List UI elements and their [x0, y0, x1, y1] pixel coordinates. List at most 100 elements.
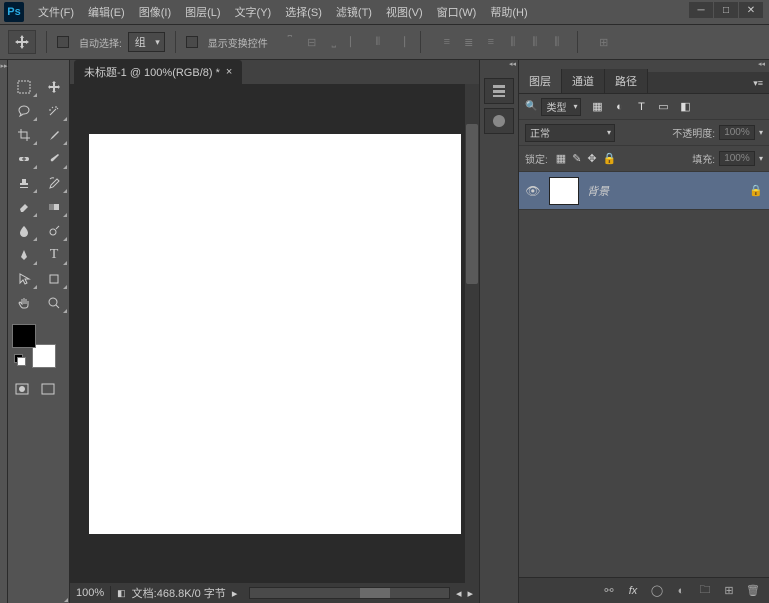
align-left-icon[interactable]: ⎸ — [346, 32, 366, 52]
layer-thumbnail[interactable] — [549, 177, 579, 205]
minimize-button[interactable]: ─ — [689, 2, 713, 18]
shape-tool[interactable] — [40, 268, 68, 290]
screen-mode-icon[interactable] — [38, 380, 58, 398]
chevron-down-icon[interactable]: ▾ — [759, 128, 763, 137]
delete-layer-icon[interactable]: 🗑 — [745, 583, 761, 599]
horizontal-scrollbar[interactable] — [249, 587, 450, 599]
blur-tool[interactable] — [10, 220, 38, 242]
marquee-tool[interactable] — [10, 76, 38, 98]
menu-filter[interactable]: 滤镜(T) — [330, 1, 378, 23]
opacity-value[interactable]: 100% — [719, 125, 755, 140]
lock-position-icon[interactable]: ✥ — [587, 152, 596, 165]
distribute-h-icon[interactable]: ⫼ — [525, 32, 545, 52]
type-tool[interactable]: T — [40, 244, 68, 266]
layer-name[interactable]: 背景 — [587, 183, 609, 199]
hand-tool[interactable] — [10, 292, 38, 314]
adjustment-layer-icon[interactable]: ◐ — [673, 583, 689, 599]
canvas[interactable] — [89, 134, 461, 534]
filter-text-icon[interactable]: T — [633, 99, 649, 115]
collapse-icon[interactable]: ◂◂ — [509, 60, 516, 68]
distribute-v-icon[interactable]: ≣ — [459, 32, 479, 52]
maximize-button[interactable]: □ — [714, 2, 738, 18]
heal-tool[interactable] — [10, 148, 38, 170]
lock-paint-icon[interactable]: ✎ — [572, 152, 581, 165]
default-colors-icon[interactable] — [14, 354, 26, 366]
menu-help[interactable]: 帮助(H) — [484, 1, 533, 23]
lock-pixels-icon[interactable]: ▦ — [556, 152, 566, 165]
align-bottom-icon[interactable]: ⎵ — [324, 32, 344, 52]
move-tool-icon[interactable] — [8, 30, 36, 54]
dodge-tool[interactable] — [40, 220, 68, 242]
crop-tool[interactable] — [10, 124, 38, 146]
lasso-tool[interactable] — [10, 100, 38, 122]
filter-shape-icon[interactable]: ▭ — [655, 99, 671, 115]
new-group-icon[interactable]: 🗀 — [697, 583, 713, 599]
layer-row[interactable]: 👁 背景 🔒 — [519, 172, 769, 210]
brush-tool[interactable] — [40, 148, 68, 170]
color-panel-icon[interactable] — [484, 108, 514, 134]
filter-type-dropdown[interactable]: 类型 — [541, 98, 581, 116]
tab-close-icon[interactable]: × — [226, 66, 232, 78]
menu-window[interactable]: 窗口(W) — [431, 1, 483, 23]
auto-align-icon[interactable]: ⊞ — [594, 32, 614, 52]
scroll-right-icon[interactable]: ▸ — [467, 587, 473, 600]
tab-layers[interactable]: 图层 — [519, 69, 562, 93]
layer-fx-icon[interactable]: fx — [625, 583, 641, 599]
zoom-level[interactable]: 100% — [76, 587, 104, 599]
menu-view[interactable]: 视图(V) — [380, 1, 429, 23]
quick-mask-icon[interactable] — [12, 380, 32, 398]
menu-select[interactable]: 选择(S) — [279, 1, 328, 23]
layer-mask-icon[interactable]: ◯ — [649, 583, 665, 599]
status-arrow-icon[interactable]: ▸ — [232, 587, 238, 600]
scrollbar-thumb[interactable] — [466, 124, 478, 284]
history-panel-icon[interactable] — [484, 78, 514, 104]
align-center-icon[interactable]: ⫴ — [368, 32, 388, 52]
menu-layer[interactable]: 图层(L) — [179, 1, 226, 23]
eraser-tool[interactable] — [10, 196, 38, 218]
foreground-swatch[interactable] — [12, 324, 36, 348]
new-layer-icon[interactable]: ⊞ — [721, 583, 737, 599]
link-layers-icon[interactable]: ⚯ — [601, 583, 617, 599]
auto-select-dropdown[interactable]: 组 — [128, 32, 165, 52]
menu-image[interactable]: 图像(I) — [133, 1, 177, 23]
menu-file[interactable]: 文件(F) — [32, 1, 80, 23]
canvas-viewport[interactable] — [70, 84, 479, 583]
scroll-left-icon[interactable]: ◂ — [456, 587, 462, 600]
status-popup-icon[interactable]: ◧ — [117, 588, 126, 599]
close-button[interactable]: ✕ — [739, 2, 763, 18]
tab-paths[interactable]: 路径 — [605, 69, 648, 93]
eyedropper-tool[interactable] — [40, 124, 68, 146]
magic-wand-tool[interactable] — [40, 100, 68, 122]
color-swatches[interactable] — [12, 324, 56, 368]
lock-all-icon[interactable]: 🔒 — [603, 152, 617, 165]
fill-value[interactable]: 100% — [719, 151, 755, 166]
tab-channels[interactable]: 通道 — [562, 69, 605, 93]
panel-menu-icon[interactable]: ▾≡ — [747, 74, 769, 93]
visibility-icon[interactable]: 👁 — [525, 184, 541, 198]
pen-tool[interactable] — [10, 244, 38, 266]
distribute-bottom-icon[interactable]: ≡ — [481, 32, 501, 52]
document-tab[interactable]: 未标题-1 @ 100%(RGB/8) * × — [74, 60, 242, 84]
path-select-tool[interactable] — [10, 268, 38, 290]
filter-pixel-icon[interactable]: ▦ — [589, 99, 605, 115]
align-top-icon[interactable]: ⎴ — [280, 32, 300, 52]
distribute-right-icon[interactable]: ⫼ — [547, 32, 567, 52]
gradient-tool[interactable] — [40, 196, 68, 218]
distribute-left-icon[interactable]: ⫼ — [503, 32, 523, 52]
zoom-tool[interactable] — [40, 292, 68, 314]
show-transform-checkbox[interactable] — [186, 36, 198, 48]
stamp-tool[interactable] — [10, 172, 38, 194]
menu-edit[interactable]: 编辑(E) — [82, 1, 131, 23]
history-brush-tool[interactable] — [40, 172, 68, 194]
auto-select-checkbox[interactable] — [57, 36, 69, 48]
align-right-icon[interactable]: ⎹ — [390, 32, 410, 52]
align-middle-icon[interactable]: ⊟ — [302, 32, 322, 52]
scrollbar-thumb[interactable] — [360, 588, 390, 598]
distribute-top-icon[interactable]: ≡ — [437, 32, 457, 52]
chevron-down-icon[interactable]: ▾ — [759, 154, 763, 163]
vertical-scrollbar[interactable] — [465, 84, 479, 583]
menu-type[interactable]: 文字(Y) — [229, 1, 278, 23]
filter-smart-icon[interactable]: ◧ — [677, 99, 693, 115]
move-tool[interactable] — [40, 76, 68, 98]
filter-adjustment-icon[interactable]: ◐ — [611, 99, 627, 115]
